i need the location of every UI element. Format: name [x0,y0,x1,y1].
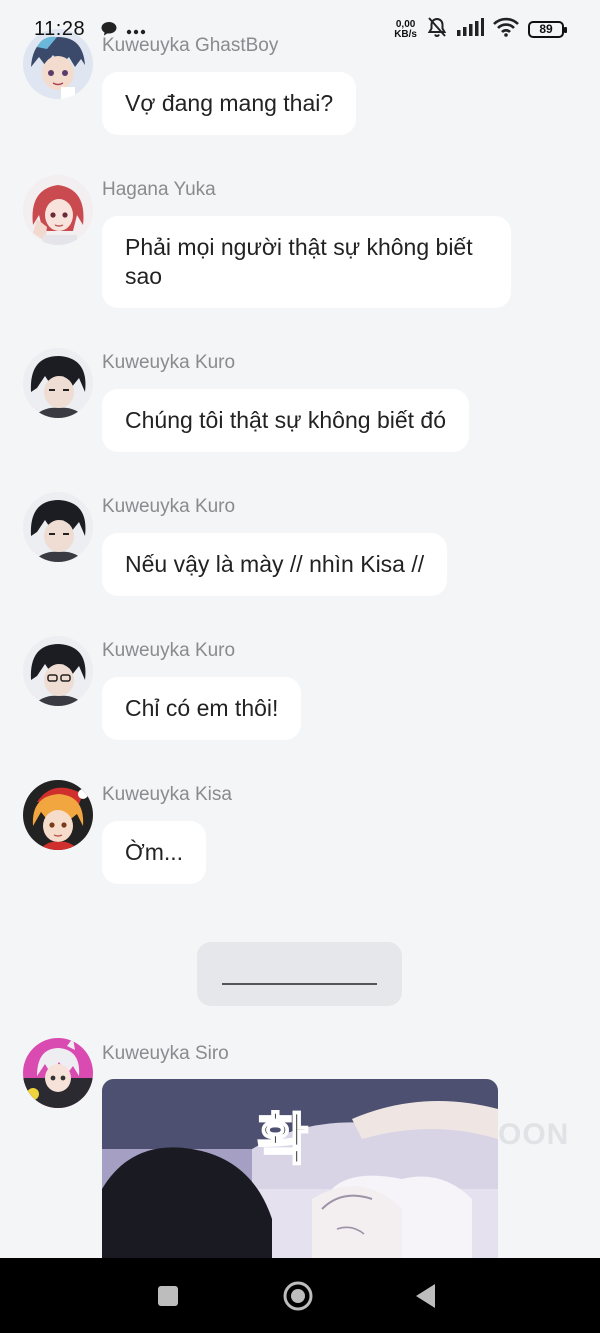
status-left-icons [100,20,146,43]
message-bubble[interactable]: Nếu vậy là mày // nhìn Kisa // [102,533,448,596]
sender-name: Kuweuyka Siro [102,1043,229,1064]
avatar[interactable] [23,175,93,245]
sender-name: Kuweuyka Kuro [102,496,236,517]
net-speed: 0,00 KB/s [394,18,417,40]
avatar-hagana-yuka-image [23,175,93,245]
sender-name: Kuweuyka Kisa [102,784,232,805]
signal-icon [457,18,484,41]
square-icon [158,1286,178,1306]
message-bubble[interactable]: Ờm... [102,821,207,884]
section-divider [197,942,402,1006]
message-bubble[interactable]: Vợ đang mang thai? [102,72,357,135]
avatar-kuro-image [23,492,93,562]
message-bubble[interactable]: Chúng tôi thật sự không biết đó [102,389,470,452]
watermark-text: OON [498,1118,570,1151]
avatar[interactable] [23,348,93,418]
divider-line [222,983,377,985]
avatar[interactable] [23,636,93,706]
bell-muted-icon [426,16,448,43]
message-bubble[interactable]: Phải mọi người thật sự không biết sao [102,216,511,308]
net-speed-unit: KB/s [394,28,417,40]
wifi-icon [493,17,519,42]
sender-name: Hagana Yuka [102,179,216,200]
comic-sfx-text: 확 [257,1108,309,1173]
home-button[interactable] [280,1278,316,1314]
battery-icon: 89 [528,21,567,38]
navigation-bar [0,1258,600,1333]
avatar-kuro-image [23,348,93,418]
triangle-back-icon [416,1284,435,1308]
avatar[interactable] [23,780,93,850]
sender-name: Kuweuyka Kuro [102,352,236,373]
avatar-siro-image [23,1038,93,1108]
recents-button[interactable] [150,1278,186,1314]
comic-panel-image: 확 [102,1079,498,1279]
net-speed-value: 0,00 [395,18,416,30]
status-bar: 11:28 0,00 KB/s 89 [0,0,600,60]
avatar-kuro-image [23,636,93,706]
avatar-kisa-image [23,780,93,850]
back-button[interactable] [408,1278,444,1314]
circle-icon [283,1281,313,1311]
sender-name: Kuweuyka Kuro [102,640,236,661]
image-message[interactable]: 확 [102,1079,498,1279]
avatar[interactable] [23,492,93,562]
avatar[interactable] [23,1038,93,1108]
status-time: 11:28 [34,18,86,40]
message-bubble[interactable]: Chỉ có em thôi! [102,677,302,740]
chat-bubble-icon [100,20,118,43]
more-dots-icon [126,23,146,41]
status-right-icons: 0,00 KB/s 89 [394,16,567,43]
